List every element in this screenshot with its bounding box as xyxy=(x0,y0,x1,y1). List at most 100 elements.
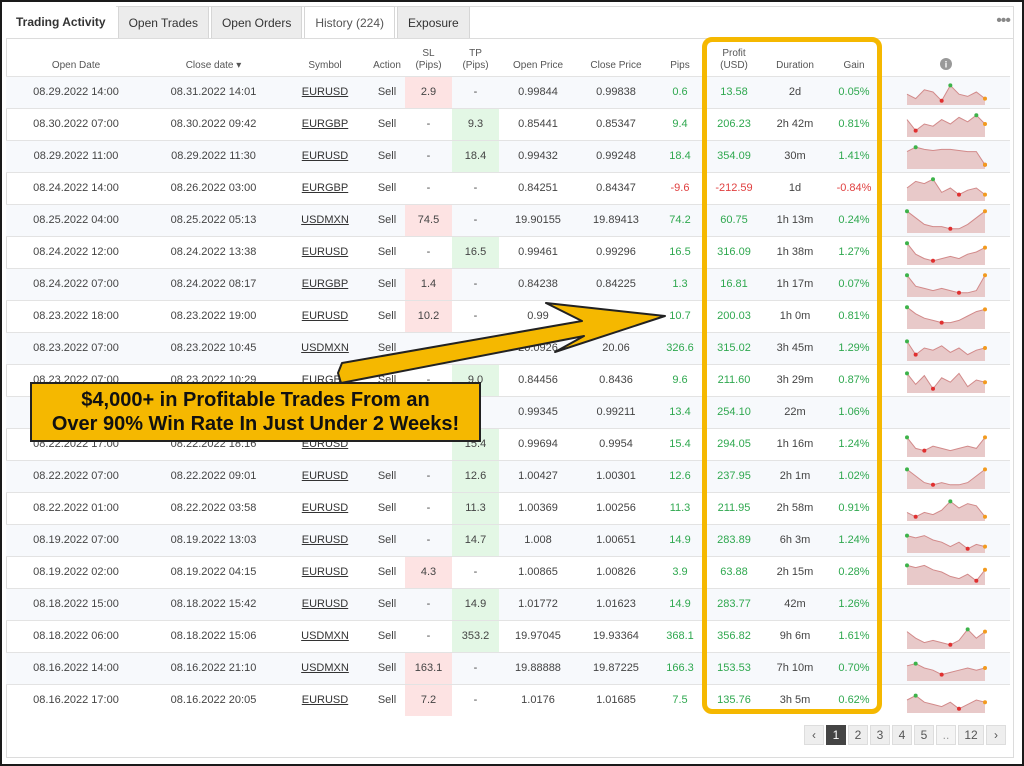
table-row[interactable]: 08.19.2022 07:00 08.19.2022 13:03 EURUSD Se… xyxy=(6,523,1010,556)
open-date-cell: 08.22.2022 01:00 xyxy=(6,491,146,524)
symbol-link[interactable]: USDMXN xyxy=(301,630,349,642)
table-row[interactable]: 08.25.2022 04:00 08.25.2022 05:13 USDMXN Se… xyxy=(6,203,1010,236)
close-date-cell: 08.31.2022 14:01 xyxy=(146,75,281,108)
sl-cell xyxy=(405,331,452,364)
table-row[interactable]: 08.23.2022 18:00 08.23.2022 19:00 EURUSD Se… xyxy=(6,299,1010,332)
symbol-link[interactable]: EURGBP xyxy=(302,182,348,194)
page-2-button[interactable]: 2 xyxy=(848,725,868,745)
symbol-link[interactable]: EURUSD xyxy=(302,470,348,482)
close-date-cell: 08.24.2022 08:17 xyxy=(146,267,281,300)
table-row[interactable]: 08.18.2022 06:00 08.18.2022 15:06 USDMXN Se… xyxy=(6,619,1010,652)
profit-cell: 211.95 xyxy=(705,491,763,524)
pagination-ellipsis: .. xyxy=(936,725,956,745)
table-row[interactable]: 08.16.2022 14:00 08.16.2022 21:10 USDMXN Se… xyxy=(6,651,1010,684)
prev-page-button[interactable]: ‹ xyxy=(804,725,824,745)
col-sl[interactable]: SL (Pips) xyxy=(405,40,452,76)
col-profit[interactable]: Profit (USD) xyxy=(705,40,763,76)
sparkline-area xyxy=(906,565,985,585)
more-options-icon[interactable]: ••• xyxy=(996,12,1011,30)
col-gain[interactable]: Gain xyxy=(827,40,881,76)
table-row[interactable]: 08.24.2022 12:00 08.24.2022 13:38 EURUSD Se… xyxy=(6,235,1010,268)
symbol-link[interactable]: EURGBP xyxy=(302,278,348,290)
table-row[interactable]: 08.23.2022 07:00 08.23.2022 10:45 USDMXN Se… xyxy=(6,331,1010,364)
profit-cell: 60.75 xyxy=(705,203,763,236)
symbol-link[interactable]: USDMXN xyxy=(301,662,349,674)
page-4-button[interactable]: 4 xyxy=(892,725,912,745)
sparkline-end-dot xyxy=(982,245,987,250)
profit-cell: 315.02 xyxy=(705,331,763,364)
symbol-link[interactable]: USDMXN xyxy=(301,214,349,226)
close-price-cell: 1.01623 xyxy=(577,587,655,620)
equity-sparkline xyxy=(881,299,1010,332)
sparkline-low-dot xyxy=(939,98,944,103)
sparkline-low-dot xyxy=(947,226,952,231)
sparkline-svg xyxy=(906,145,987,169)
table-row[interactable]: 08.24.2022 14:00 08.26.2022 03:00 EURGBP Se… xyxy=(6,171,1010,204)
tab-open-orders[interactable]: Open Orders xyxy=(210,6,303,38)
symbol-cell: USDMXN xyxy=(281,651,369,684)
symbol-link[interactable]: EURUSD xyxy=(302,246,348,258)
page-3-button[interactable]: 3 xyxy=(870,725,890,745)
symbol-link[interactable]: EURUSD xyxy=(302,150,348,162)
table-row[interactable]: 08.29.2022 14:00 08.31.2022 14:01 EURUSD Se… xyxy=(6,75,1010,108)
gain-cell: 0.24% xyxy=(827,203,881,236)
profit-cell: 294.05 xyxy=(705,427,763,460)
page-1-button[interactable]: 1 xyxy=(826,725,846,745)
action-cell: Sell xyxy=(369,107,405,140)
sparkline-high-dot xyxy=(913,661,918,666)
symbol-link[interactable]: EURUSD xyxy=(302,694,348,706)
sl-cell: 2.9 xyxy=(405,75,452,108)
sparkline-high-dot xyxy=(973,113,978,118)
col-open-price[interactable]: Open Price xyxy=(499,40,577,76)
table-row[interactable]: 08.18.2022 15:00 08.18.2022 15:42 EURUSD Se… xyxy=(6,587,1010,620)
symbol-link[interactable]: EURUSD xyxy=(302,310,348,322)
col-close-price[interactable]: Close Price xyxy=(577,40,655,76)
pips-cell: 13.4 xyxy=(655,395,705,428)
tab-exposure[interactable]: Exposure xyxy=(397,6,470,38)
profit-cell: 254.10 xyxy=(705,395,763,428)
tab-open-trades[interactable]: Open Trades xyxy=(117,6,209,38)
close-price-cell: 19.89413 xyxy=(577,203,655,236)
col-symbol[interactable]: Symbol xyxy=(281,40,369,76)
col-open-date[interactable]: Open Date xyxy=(6,40,146,76)
next-page-button[interactable]: › xyxy=(986,725,1006,745)
duration-cell: 1h 13m xyxy=(763,203,827,236)
gain-cell: 1.26% xyxy=(827,587,881,620)
duration-cell: 42m xyxy=(763,587,827,620)
profit-cell: 283.77 xyxy=(705,587,763,620)
open-date-cell: 08.23.2022 18:00 xyxy=(6,299,146,332)
tp-cell: 353.2 xyxy=(452,619,499,652)
tp-cell: 18.4 xyxy=(452,139,499,172)
symbol-link[interactable]: EURUSD xyxy=(302,502,348,514)
table-row[interactable]: 08.29.2022 11:00 08.29.2022 11:30 EURUSD Se… xyxy=(6,139,1010,172)
col-pips[interactable]: Pips xyxy=(655,40,705,76)
col-duration[interactable]: Duration xyxy=(763,40,827,76)
table-row[interactable]: 08.22.2022 07:00 08.22.2022 09:01 EURUSD Se… xyxy=(6,459,1010,492)
symbol-link[interactable]: USDMXN xyxy=(301,342,349,354)
symbol-link[interactable]: EURUSD xyxy=(302,566,348,578)
symbol-link[interactable]: EURUSD xyxy=(302,598,348,610)
table-row[interactable]: 08.22.2022 01:00 08.22.2022 03:58 EURUSD Se… xyxy=(6,491,1010,524)
col-action[interactable]: Action xyxy=(369,40,405,76)
page-12-button[interactable]: 12 xyxy=(958,725,984,745)
table-row[interactable]: 08.24.2022 07:00 08.24.2022 08:17 EURGBP Se… xyxy=(6,267,1010,300)
action-cell: Sell xyxy=(369,139,405,172)
symbol-link[interactable]: EURUSD xyxy=(302,534,348,546)
profit-cell: 16.81 xyxy=(705,267,763,300)
table-row[interactable]: 08.16.2022 17:00 08.16.2022 20:05 EURUSD Se… xyxy=(6,683,1010,716)
info-icon[interactable]: i xyxy=(939,57,952,70)
col-close-date[interactable]: Close date ▾ xyxy=(146,40,281,76)
table-row[interactable]: 08.19.2022 02:00 08.19.2022 04:15 EURUSD Se… xyxy=(6,555,1010,588)
tab-history[interactable]: History (224) xyxy=(304,6,396,38)
col-tp[interactable]: TP (Pips) xyxy=(452,40,499,76)
sparkline-low-dot xyxy=(930,482,935,487)
page-5-button[interactable]: 5 xyxy=(914,725,934,745)
symbol-link[interactable]: EURUSD xyxy=(302,86,348,98)
table-row[interactable]: 08.30.2022 07:00 08.30.2022 09:42 EURGBP Se… xyxy=(6,107,1010,140)
open-price-cell: 1.00427 xyxy=(499,459,577,492)
sparkline-high-dot xyxy=(904,533,909,538)
profit-cell: 283.89 xyxy=(705,523,763,556)
symbol-link[interactable]: EURGBP xyxy=(302,118,348,130)
duration-cell: 7h 10m xyxy=(763,651,827,684)
open-price-cell: 0.99432 xyxy=(499,139,577,172)
